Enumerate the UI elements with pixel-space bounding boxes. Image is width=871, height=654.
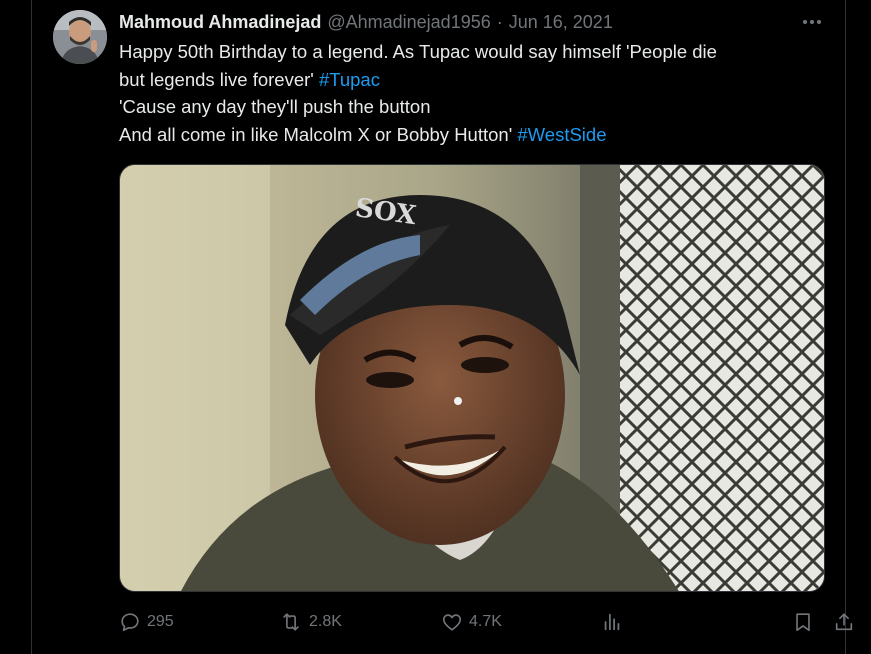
reply-count: 295	[147, 613, 174, 630]
heart-icon	[442, 614, 462, 631]
bookmark-icon	[796, 613, 810, 632]
tweet-card[interactable]: Mahmoud Ahmadinejad @Ahmadinejad1956 · J…	[31, 0, 853, 654]
tweet-text-segment: And all come in like Malcolm X or Bobby …	[119, 123, 518, 145]
tweet-text-line: but legends live forever' #Tupac	[119, 66, 819, 94]
like-button[interactable]: 4.7K	[441, 608, 502, 636]
reply-button[interactable]: 295	[119, 608, 174, 636]
avatar[interactable]	[53, 10, 107, 64]
tweet-text-segment: but legends live forever'	[119, 68, 319, 90]
tweet-date[interactable]: Jun 16, 2021	[509, 12, 613, 33]
bookmark-button[interactable]	[792, 608, 814, 636]
display-name[interactable]: Mahmoud Ahmadinejad	[119, 12, 321, 33]
tweet-header: Mahmoud Ahmadinejad @Ahmadinejad1956 · J…	[119, 10, 613, 34]
views-icon	[604, 613, 620, 631]
tweet-photo[interactable]: SOX	[119, 164, 825, 592]
avatar-image	[53, 10, 107, 64]
tweet-text-line: 'Cause any day they'll push the button	[119, 96, 431, 117]
tweet-actions: 295 2.8K 4.7K	[119, 608, 853, 636]
hashtag-link[interactable]: #WestSide	[517, 124, 606, 145]
repost-icon	[283, 613, 299, 631]
photo-portrait: SOX	[120, 165, 824, 591]
tweet-text-line: And all come in like Malcolm X or Bobby …	[119, 121, 819, 149]
user-handle[interactable]: @Ahmadinejad1956	[327, 12, 490, 33]
share-button[interactable]	[833, 608, 855, 636]
tweet-text: Happy 50th Birthday to a legend. As Tupa…	[119, 38, 819, 148]
hashtag-link[interactable]: #Tupac	[319, 69, 380, 90]
reply-icon	[121, 613, 139, 632]
views-button[interactable]	[601, 608, 623, 636]
separator-dot: ·	[496, 11, 503, 32]
repost-count: 2.8K	[309, 613, 342, 630]
more-icon	[803, 20, 821, 24]
repost-button[interactable]: 2.8K	[279, 608, 342, 636]
more-options-button[interactable]	[801, 12, 823, 32]
like-count: 4.7K	[469, 613, 502, 630]
tweet-text-line: Happy 50th Birthday to a legend. As Tupa…	[119, 41, 717, 62]
share-icon	[835, 613, 853, 631]
